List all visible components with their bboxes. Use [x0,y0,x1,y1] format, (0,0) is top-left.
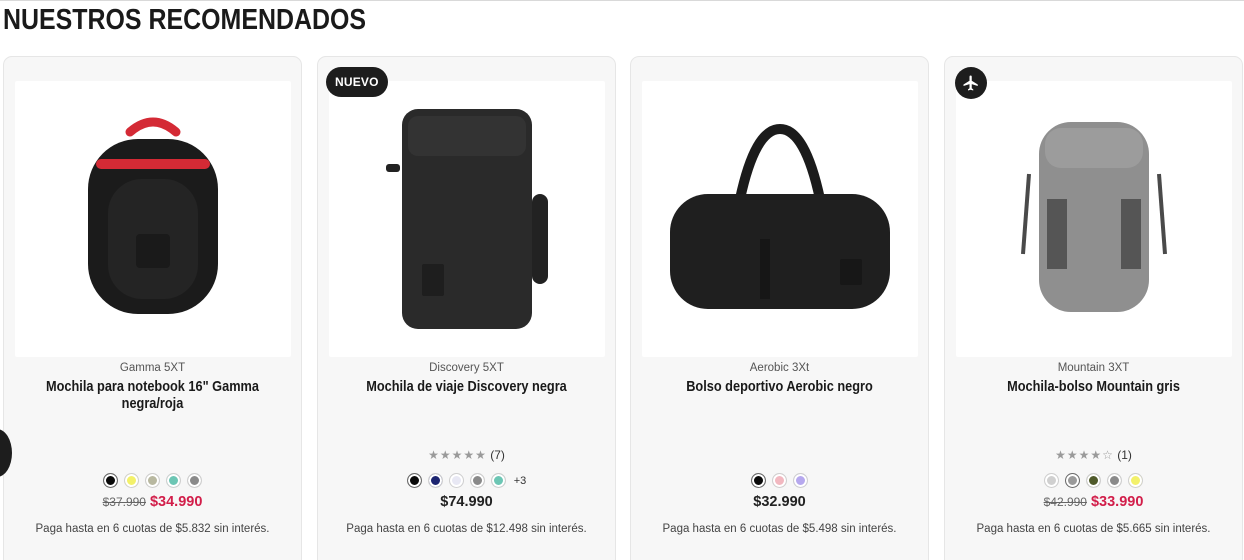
product-brand: Aerobic 3Xt [749,362,810,374]
color-swatch[interactable] [103,473,118,488]
product-name[interactable]: Mochila-bolso Mountain gris [967,378,1219,395]
old-price: $37.990 [102,495,146,509]
product-rating: ★★★★★ (7) [318,448,615,462]
color-swatch[interactable] [427,473,443,488]
rating-count: (7) [490,448,505,462]
color-swatches [4,473,301,488]
color-swatch[interactable] [1107,473,1122,488]
product-card[interactable]: Mountain 3XT Mochila-bolso Mountain gris… [944,56,1243,560]
color-swatch[interactable] [772,473,787,488]
backpack-image [386,109,548,329]
product-card[interactable]: NUEVO Discovery 5XT Mochila de viaje Dis… [317,56,616,560]
product-name[interactable]: Bolso deportivo Aerobic negro [653,378,905,395]
rating-stars: ★★★★☆ [1055,448,1114,462]
installments-text: Paga hasta en 6 cuotas de $5.832 sin int… [35,523,270,535]
color-swatches [945,473,1242,488]
color-swatches: +3 [318,473,615,488]
product-name[interactable]: Mochila para notebook 16" Gamma negra/ro… [26,378,278,412]
product-image[interactable] [15,81,291,357]
rating-count: (1) [1117,448,1132,462]
product-image[interactable] [642,81,918,357]
color-swatch[interactable] [1128,473,1143,488]
product-card[interactable]: Gamma 5XT Mochila para notebook 16" Gamm… [0,56,302,560]
section-title: NUESTROS RECOMENDADOS [3,4,367,36]
product-name[interactable]: Mochila de viaje Discovery negra [340,378,592,395]
duffel-bag-image [670,123,890,309]
price-row: $74.990 [318,494,615,510]
installments-text: Paga hasta en 6 cuotas de $12.498 sin in… [346,523,587,535]
product-rating: ★★★★☆ (1) [945,448,1242,462]
more-colors[interactable]: +3 [514,475,527,487]
color-swatch[interactable] [1086,473,1101,488]
product-brand: Discovery 5XT [429,362,504,374]
sale-price: $34.990 [149,494,203,510]
top-divider [0,0,1244,1]
product-image[interactable] [329,81,605,357]
price: $32.990 [753,494,806,510]
plane-icon [955,67,987,99]
color-swatch[interactable] [1065,473,1080,488]
color-swatch[interactable] [124,473,139,488]
color-swatch[interactable] [469,473,485,488]
backpack-image [88,117,218,314]
color-swatch[interactable] [145,473,160,488]
carousel-prev-button[interactable] [0,429,12,477]
color-swatch[interactable] [406,473,422,488]
price-row: $37.990 $34.990 [4,494,301,510]
duffel-backpack-image [1021,122,1167,312]
installments-text: Paga hasta en 6 cuotas de $5.498 sin int… [662,523,897,535]
color-swatch[interactable] [187,473,202,488]
color-swatch[interactable] [448,473,464,488]
color-swatch[interactable] [751,473,766,488]
color-swatch[interactable] [166,473,181,488]
new-badge: NUEVO [326,67,388,97]
color-swatch[interactable] [793,473,808,488]
rating-stars: ★★★★★ [428,448,487,462]
price-row: $32.990 [631,494,928,510]
color-swatch[interactable] [490,473,506,488]
color-swatch[interactable] [1044,473,1059,488]
old-price: $42.990 [1043,495,1087,509]
sale-price: $33.990 [1090,494,1144,510]
installments-text: Paga hasta en 6 cuotas de $5.665 sin int… [976,523,1211,535]
price-row: $42.990 $33.990 [945,494,1242,510]
product-card[interactable]: Aerobic 3Xt Bolso deportivo Aerobic negr… [630,56,929,560]
color-swatches [631,473,928,488]
product-brand: Gamma 5XT [119,362,186,374]
product-brand: Mountain 3XT [1057,362,1130,374]
price: $74.990 [440,494,493,510]
product-image[interactable] [956,81,1232,357]
